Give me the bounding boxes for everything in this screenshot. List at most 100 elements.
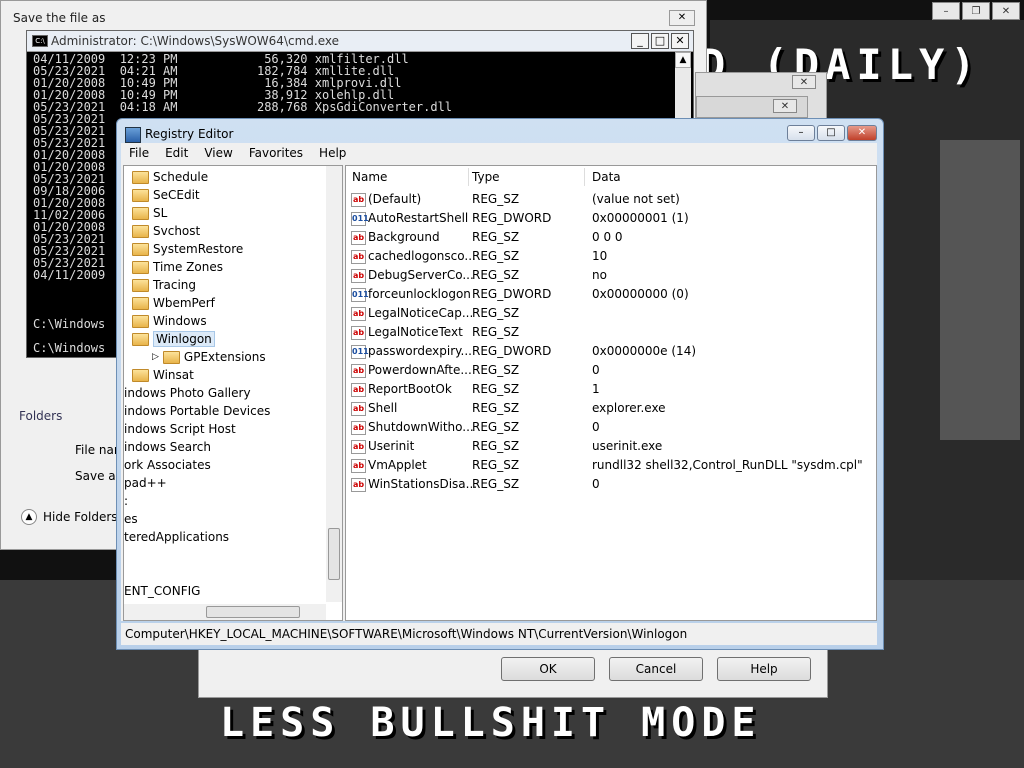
window-title: Registry Editor [145,127,234,141]
tree-item[interactable]: WbemPerf [132,294,215,312]
hide-folders-button[interactable]: ▲ Hide Folders [21,509,118,525]
tree-item-label: Time Zones [153,260,223,274]
value-row[interactable]: ab ReportBootOk REG_SZ 1 [346,380,874,399]
value-row[interactable]: ab LegalNoticeCap... REG_SZ [346,304,874,323]
value-row[interactable]: ab ShutdownWitho... REG_SZ 0 [346,418,874,437]
menu-favorites[interactable]: Favorites [241,143,311,163]
menu-file[interactable]: File [121,143,157,163]
tree-item[interactable]: indows Photo Gallery [124,384,251,402]
value-row[interactable]: ab DebugServerCo... REG_SZ no [346,266,874,285]
column-type[interactable]: Type [472,168,585,186]
value-name: DebugServerCo... [368,268,474,282]
tree-item[interactable]: Time Zones [132,258,223,276]
value-row[interactable]: ab WinStationsDisa... REG_SZ 0 [346,475,874,494]
value-row[interactable]: ab Shell REG_SZ explorer.exe [346,399,874,418]
close-icon[interactable]: ✕ [847,125,877,141]
value-row[interactable]: ab (Default) REG_SZ (value not set) [346,190,874,209]
string-value-icon: ab [351,231,366,245]
scroll-up-icon[interactable]: ▲ [675,52,691,68]
binary-value-icon: 011 [351,288,369,302]
close-icon[interactable]: ✕ [992,2,1020,20]
value-row[interactable]: ab cachedlogonsco... REG_SZ 10 [346,247,874,266]
value-data: no [592,268,607,282]
tree-item[interactable]: ▷ GPExtensions [152,348,266,366]
folder-icon [132,368,149,382]
value-row[interactable]: ab VmApplet REG_SZ rundll32 shell32,Control… [346,456,874,475]
save-dialog-title: Save the file as [13,11,106,25]
binary-value-icon: 011 [351,345,369,359]
minimize-icon[interactable]: – [787,125,815,141]
tree-item[interactable]: ENT_CONFIG [124,582,200,600]
tree-item[interactable]: teredApplications [124,528,229,546]
minimize-icon[interactable]: – [932,2,960,20]
value-row[interactable]: ab Background REG_SZ 0 0 0 [346,228,874,247]
close-icon[interactable]: ✕ [669,10,695,26]
maximize-icon[interactable]: ❐ [962,2,990,20]
background-window: ✕ [696,96,808,118]
string-value-icon: ab [351,440,366,454]
close-icon[interactable]: ✕ [773,99,797,113]
minimize-icon[interactable]: _ [631,33,649,49]
close-icon[interactable]: ✕ [671,33,689,49]
menu-help[interactable]: Help [311,143,354,163]
value-row[interactable]: ab LegalNoticeText REG_SZ [346,323,874,342]
tree-item[interactable]: es [124,510,138,528]
tree-item-label: WbemPerf [153,296,215,310]
value-name: VmApplet [368,458,427,472]
tree-item-label: Tracing [153,278,197,292]
value-data: 0x00000000 (0) [592,287,689,301]
ok-button[interactable]: OK [501,657,595,681]
tree-item[interactable]: pad++ [124,474,167,492]
tree-item-label: indows Script Host [124,422,236,436]
tree-item[interactable]: Winlogon [132,330,215,348]
column-data[interactable]: Data [592,168,872,186]
tree-item[interactable]: Windows [132,312,207,330]
value-data: 0 [592,363,600,377]
tree-item[interactable]: Svchost [132,222,200,240]
value-data: (value not set) [592,192,680,206]
maximize-icon[interactable]: □ [651,33,669,49]
tree-item[interactable]: ork Associates [124,456,211,474]
close-icon[interactable]: ✕ [792,75,816,89]
value-row[interactable]: ab PowerdownAfte... REG_SZ 0 [346,361,874,380]
values-list[interactable]: Name Type Data ab (Default) REG_SZ (value n… [345,165,877,621]
cmd-titlebar[interactable]: C:\ Administrator: C:\Windows\SysWOW64\c… [27,31,693,52]
maximize-icon[interactable]: □ [817,125,845,141]
tree-item[interactable]: indows Portable Devices [124,402,270,420]
tree-item-label: ork Associates [124,458,211,472]
scroll-thumb[interactable] [328,528,340,580]
key-tree[interactable]: Schedule SeCEdit SL Svchost SystemRestore Tim… [123,165,343,621]
value-row[interactable]: 011 AutoRestartShell REG_DWORD 0x00000001 (… [346,209,874,228]
tree-horizontal-scrollbar[interactable] [124,604,326,620]
tree-item[interactable]: Winsat [132,366,194,384]
column-name[interactable]: Name [352,168,469,186]
expand-icon[interactable]: ▷ [152,352,159,362]
value-name: Background [368,230,440,244]
tree-item-label: es [124,512,138,526]
value-type: REG_DWORD [472,287,552,301]
menu-edit[interactable]: Edit [157,143,196,163]
tree-item[interactable]: Tracing [132,276,196,294]
folders-link[interactable]: Folders [19,409,62,423]
value-type: REG_SZ [472,230,520,244]
value-type: REG_SZ [472,306,520,320]
cancel-button[interactable]: Cancel [609,657,703,681]
tree-item[interactable]: SL [132,204,167,222]
scroll-thumb[interactable] [206,606,300,618]
menu-view[interactable]: View [196,143,240,163]
string-value-icon: ab [351,459,366,473]
value-row[interactable]: ab Userinit REG_SZ userinit.exe [346,437,874,456]
tree-item[interactable]: SystemRestore [132,240,243,258]
tree-item[interactable]: indows Search [124,438,211,456]
value-name: WinStationsDisa... [368,477,478,491]
value-row[interactable]: 011 passwordexpiry... REG_DWORD 0x0000000e … [346,342,874,361]
value-type: REG_SZ [472,325,520,339]
value-data: userinit.exe [592,439,663,453]
tree-item[interactable]: Schedule [132,168,208,186]
help-button[interactable]: Help [717,657,811,681]
tree-item[interactable]: indows Script Host [124,420,236,438]
tree-vertical-scrollbar[interactable] [326,166,342,602]
tree-item[interactable]: SeCEdit [132,186,200,204]
tree-item[interactable]: : [124,492,128,510]
value-row[interactable]: 011 forceunlocklogon REG_DWORD 0x00000000 (… [346,285,874,304]
